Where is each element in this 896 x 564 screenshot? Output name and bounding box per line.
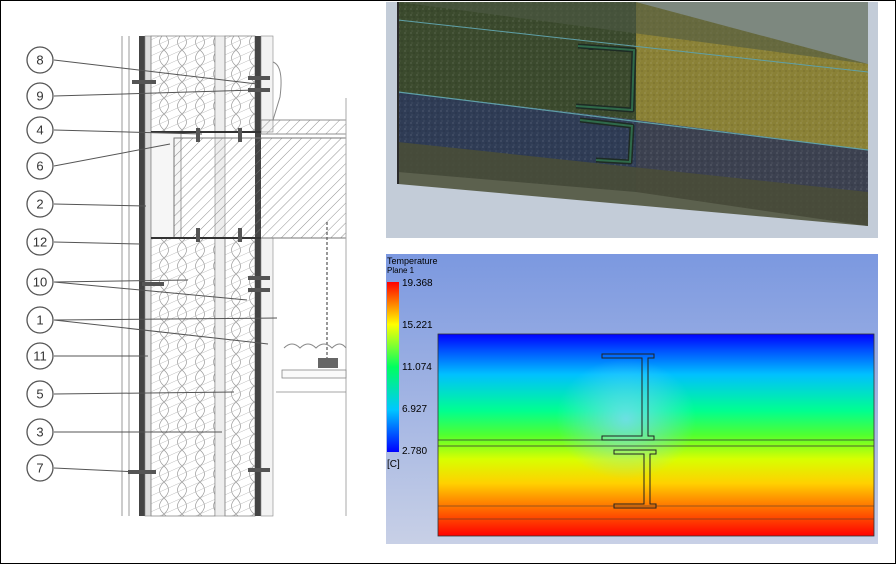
callout-label: 9: [36, 89, 43, 104]
suspended-ceiling: [276, 222, 347, 393]
callouts: 8 9 4 6 2 12 10 1 11 5 3 7: [26, 46, 54, 482]
callout-4: 4: [26, 116, 54, 144]
legend-tick: 2.780: [402, 446, 427, 457]
callout-11: 11: [26, 342, 54, 370]
callout-6: 6: [26, 152, 54, 180]
section-drawing-svg: 8 9 4 6 2 12 10 1 11 5 3 7: [26, 35, 347, 517]
thermal-contour-view: Temperature Plane 1 19.368 15.221 11.074…: [386, 254, 878, 544]
callout-label: 7: [36, 461, 43, 476]
legend-unit: [C]: [387, 459, 400, 470]
callout-label: 8: [36, 53, 43, 68]
legend-title: Temperature: [387, 256, 438, 266]
legend-subtitle: Plane 1: [387, 266, 415, 275]
callout-1: 1: [26, 306, 54, 334]
legend-tick: 6.927: [402, 404, 427, 415]
callout-label: 3: [36, 425, 43, 440]
callout-label: 6: [36, 159, 43, 174]
callout-label: 5: [36, 387, 43, 402]
thermal-view-svg: Temperature Plane 1 19.368 15.221 11.074…: [386, 254, 878, 544]
callout-label: 1: [36, 313, 43, 328]
wall-section-drawing: 8 9 4 6 2 12 10 1 11 5 3 7: [2, 2, 378, 560]
callout-10: 10: [26, 268, 54, 296]
callout-8: 8: [26, 46, 54, 74]
callout-label: 4: [36, 123, 43, 138]
mesh-view-svg: [386, 2, 878, 238]
callout-9: 9: [26, 82, 54, 110]
callout-12: 12: [26, 228, 54, 256]
callout-label: 12: [33, 235, 47, 250]
legend-color-bar: [387, 282, 399, 452]
callout-5: 5: [26, 380, 54, 408]
legend-tick: 15.221: [402, 320, 433, 331]
legend-tick: 19.368: [402, 278, 433, 289]
callout-label: 2: [36, 197, 43, 212]
legend-tick: 11.074: [402, 362, 432, 373]
callout-3: 3: [26, 418, 54, 446]
mesh-3d-view: [386, 2, 878, 238]
callout-label: 10: [33, 275, 47, 290]
callout-2: 2: [26, 190, 54, 218]
callout-7: 7: [26, 454, 54, 482]
callout-label: 11: [33, 349, 47, 364]
